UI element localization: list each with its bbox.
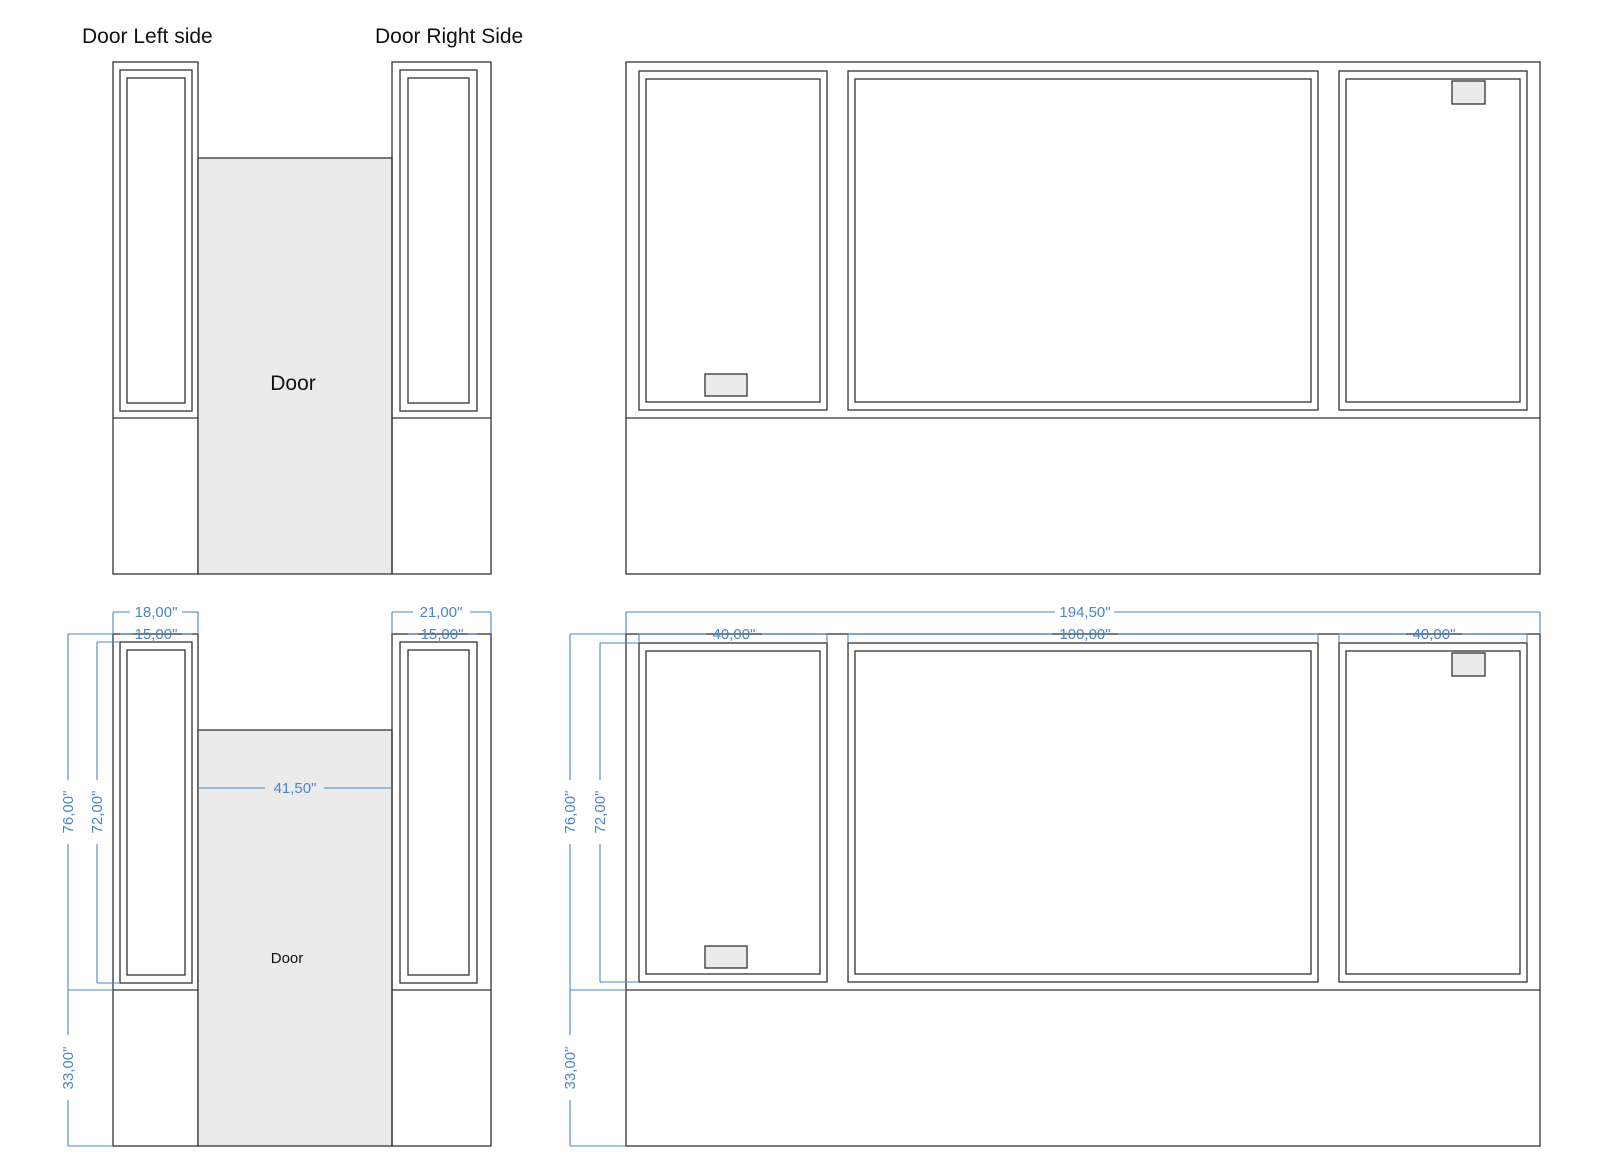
- elevation-drawing: Door Left side Door Right Side Door Door…: [60, 25, 1541, 1147]
- center-window-glass-dim: [854, 650, 1312, 975]
- door-label: Door: [270, 372, 316, 395]
- door-left-side-label: Door Left side: [82, 25, 213, 48]
- center-window-glass: [854, 78, 1312, 403]
- dim-text-right-inner-height: 72,00": [592, 791, 609, 834]
- right-sidelight-glass-inner-dim: [407, 649, 470, 976]
- dim-right-base-height: 33,00": [562, 990, 626, 1147]
- right-sidelight-glass-inner: [407, 77, 470, 404]
- right-sidelight-frame-dim: [391, 633, 492, 1147]
- right-sidelight-frame: [391, 61, 492, 575]
- door-panel: [197, 157, 393, 575]
- right-window-glass: [1345, 78, 1521, 403]
- left-sidelight-glass-outer-dim: [119, 641, 193, 984]
- right-window-frame: [1338, 70, 1528, 411]
- door-label-small: Door: [271, 950, 304, 967]
- window-wall-outline: [625, 61, 1541, 575]
- dim-right-inner-height: 72,00": [592, 642, 639, 983]
- dim-text-window-total-width: 194,50": [1059, 604, 1110, 621]
- right-window-frame-dim: [1338, 642, 1528, 983]
- dim-window-left-width: 40,00": [638, 626, 828, 643]
- door-elevation-bottom: Door 18,00" 15,00" 21,00" 15,00" 41,50" …: [60, 604, 492, 1147]
- left-sidelight-glass-inner: [126, 77, 186, 404]
- right-window-glass-dim: [1345, 650, 1521, 975]
- left-window-glass: [645, 78, 821, 403]
- left-sidelight-glass-inner-dim: [126, 649, 186, 976]
- dim-text-left-base-height: 33,00": [60, 1047, 77, 1090]
- right-sidelight-glass-outer-dim: [399, 641, 478, 984]
- dim-text-window-center-width: 100,00": [1059, 626, 1110, 643]
- dim-text-window-right-width: 40,00": [1413, 626, 1456, 643]
- dim-window-right-width: 40,00": [1338, 626, 1528, 643]
- window-elevation-top: [625, 61, 1541, 575]
- left-window-glass-dim: [645, 650, 821, 975]
- dim-window-center-width: 100,00": [847, 626, 1319, 643]
- center-window-frame: [847, 70, 1319, 411]
- dim-text-right-base-height: 33,00": [562, 1047, 579, 1090]
- dim-text-left-total-height: 76,00": [60, 791, 77, 834]
- dim-text-left-inner-height: 72,00": [89, 791, 106, 834]
- dim-left-base-height: 33,00": [60, 990, 113, 1147]
- dim-text-window-left-width: 40,00": [713, 626, 756, 643]
- dim-text-right-outer: 21,00": [420, 604, 463, 621]
- left-window-crank-dim: [704, 945, 748, 969]
- left-window-crank: [704, 373, 748, 397]
- door-right-side-label: Door Right Side: [375, 25, 523, 48]
- center-window-frame-dim: [847, 642, 1319, 983]
- dim-text-door-width: 41,50": [274, 780, 317, 797]
- dim-text-left-inner: 15,00": [135, 626, 178, 643]
- window-wall-outline-dim: [625, 633, 1541, 1147]
- right-window-crank-dim: [1451, 652, 1486, 677]
- right-sidelight-glass-outer: [399, 69, 478, 412]
- left-sidelight-glass-outer: [119, 69, 193, 412]
- door-elevation-top: Door Left side Door Right Side Door: [82, 25, 523, 575]
- window-elevation-bottom: 194,50" 40,00" 100,00" 40,00" 76,00" 72,…: [562, 604, 1541, 1147]
- dim-text-right-inner: 15,00": [421, 626, 464, 643]
- left-window-frame-dim: [638, 642, 828, 983]
- dim-text-right-total-height: 76,00": [562, 791, 579, 834]
- dim-left-inner-height: 72,00": [89, 641, 120, 984]
- left-window-frame: [638, 70, 828, 411]
- right-window-crank: [1451, 80, 1486, 105]
- dim-text-left-outer: 18,00": [135, 604, 178, 621]
